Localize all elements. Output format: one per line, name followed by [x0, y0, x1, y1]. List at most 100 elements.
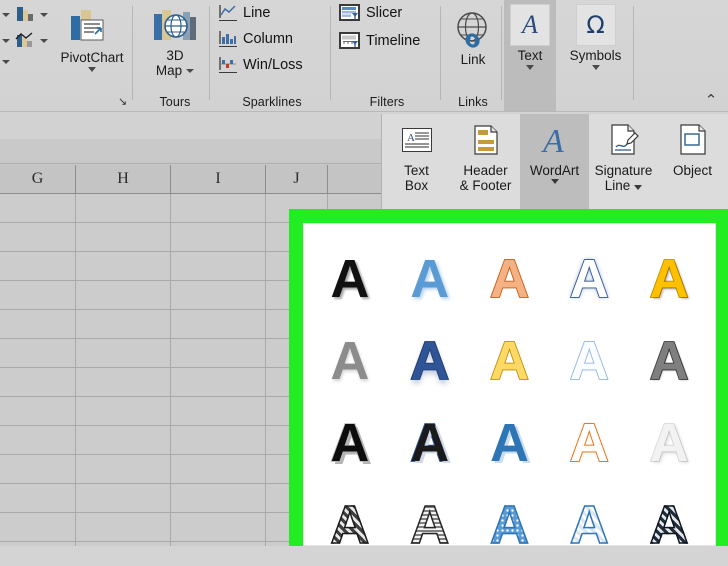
grid-cell[interactable]: [171, 426, 266, 454]
wordart-style-fill-white-outline-lightblue[interactable]: A: [549, 320, 629, 402]
grid-cell[interactable]: [171, 194, 266, 222]
wordart-style-gallery[interactable]: AAAAAAAAAAAAAAAAAAAA: [303, 223, 716, 553]
wordart-style-fill-black-shadow-gray[interactable]: A: [310, 402, 390, 484]
combo-chart-icon[interactable]: [13, 30, 37, 52]
column-chart-icon[interactable]: [13, 4, 37, 26]
grid-cell[interactable]: [0, 426, 76, 454]
wordart-style-fill-blue-outline-white[interactable]: A: [470, 402, 550, 484]
column-header-h[interactable]: H: [76, 165, 171, 193]
wordart-style-fill-gray-bevel-dark[interactable]: A: [629, 320, 709, 402]
grid-cell[interactable]: [0, 455, 76, 483]
link-button[interactable]: Link: [444, 0, 502, 67]
chevron-down-icon[interactable]: [526, 65, 534, 70]
grid-cell[interactable]: [0, 339, 76, 367]
chevron-down-icon[interactable]: [40, 13, 48, 17]
wordart-style-fill-white-shadow-light[interactable]: A: [629, 402, 709, 484]
charts-dialog-launcher[interactable]: ↘: [118, 97, 129, 108]
chevron-down-icon[interactable]: [591, 65, 600, 70]
text-panel-item-wordart[interactable]: A WordArt: [520, 114, 589, 213]
grid-cell[interactable]: [171, 223, 266, 251]
text-panel-item-header-footer[interactable]: Header & Footer: [451, 114, 520, 213]
grid-cell[interactable]: [76, 397, 171, 425]
grid-cell[interactable]: [76, 426, 171, 454]
grid-cell[interactable]: [76, 368, 171, 396]
collapse-ribbon-button[interactable]: ⌃: [702, 93, 720, 108]
wordart-style-fill-gray-gradient[interactable]: A: [310, 320, 390, 402]
wordart-style-pattern-dots-blue[interactable]: A: [470, 484, 550, 566]
grid-cell[interactable]: [76, 542, 171, 546]
3d-map-button[interactable]: 3D Map: [140, 0, 210, 78]
wordart-style-fill-black-outline-blue[interactable]: A: [390, 402, 470, 484]
wordart-style-fill-orange-accent2-outline[interactable]: A: [470, 238, 550, 320]
grid-cell[interactable]: [0, 368, 76, 396]
chart-type-3-row[interactable]: [2, 60, 10, 64]
wordart-style-fill-gold-accent4-bevel[interactable]: A: [629, 238, 709, 320]
column-header-g[interactable]: G: [0, 165, 76, 193]
timeline-button[interactable]: Timeline: [339, 32, 420, 49]
grid-cell[interactable]: [76, 310, 171, 338]
grid-cell[interactable]: [171, 310, 266, 338]
text-panel-label: Text: [404, 163, 429, 178]
chevron-down-icon[interactable]: [2, 13, 10, 17]
wordart-style-pattern-diagonal-navy[interactable]: A: [629, 484, 709, 566]
pivotchart-button[interactable]: PivotChart: [52, 4, 132, 96]
wordart-style-pattern-diagonal-dark[interactable]: A: [310, 484, 390, 566]
symbols-button[interactable]: Ω Symbols: [557, 0, 634, 70]
grid-cell[interactable]: [0, 513, 76, 541]
chevron-down-icon[interactable]: [40, 39, 48, 43]
group-divider: [209, 6, 210, 100]
grid-cell[interactable]: [76, 281, 171, 309]
chart-type-1-row[interactable]: [2, 4, 48, 26]
grid-cell[interactable]: [0, 484, 76, 512]
chevron-down-icon[interactable]: [186, 68, 195, 73]
text-panel-item-object[interactable]: Object: [658, 114, 727, 213]
wordart-style-fill-gold-outline-gradient[interactable]: A: [470, 320, 550, 402]
grid-cell[interactable]: [0, 252, 76, 280]
grid-cell[interactable]: [171, 368, 266, 396]
grid-cell[interactable]: [0, 397, 76, 425]
chevron-down-icon[interactable]: [2, 39, 10, 43]
grid-cell[interactable]: [0, 223, 76, 251]
grid-cell[interactable]: [171, 281, 266, 309]
grid-cell[interactable]: [171, 339, 266, 367]
grid-cell[interactable]: [0, 281, 76, 309]
grid-cell[interactable]: [0, 542, 76, 546]
chevron-down-icon[interactable]: [550, 179, 559, 184]
wordart-style-fill-blue-gradient-reflect[interactable]: A: [390, 320, 470, 402]
grid-cell[interactable]: [76, 223, 171, 251]
wordart-style-fill-blue-accent1-shadow[interactable]: A: [390, 238, 470, 320]
chart-type-2-row[interactable]: [2, 30, 48, 52]
grid-cell[interactable]: [171, 484, 266, 512]
column-header-i[interactable]: I: [171, 165, 266, 193]
column-header-j[interactable]: J: [266, 165, 328, 193]
grid-cell[interactable]: [76, 455, 171, 483]
grid-cell[interactable]: [76, 513, 171, 541]
grid-cell[interactable]: [0, 310, 76, 338]
grid-cell[interactable]: [76, 252, 171, 280]
sparkline-column-button[interactable]: Column: [219, 30, 293, 47]
wordart-style-fill-white-outline-orange[interactable]: A: [549, 402, 629, 484]
wordart-style-fill-white-outline-blue[interactable]: A: [549, 238, 629, 320]
grid-cell[interactable]: [171, 397, 266, 425]
wordart-style-pattern-diagonal-lightblue[interactable]: A: [549, 484, 629, 566]
grid-cell[interactable]: [171, 542, 266, 546]
grid-cell[interactable]: [76, 194, 171, 222]
wordart-style-fill-black-text1-shadow[interactable]: A: [310, 238, 390, 320]
ribbon-group-filters: Slicer Timeline Filters: [333, 0, 441, 112]
slicer-button[interactable]: Slicer: [339, 4, 402, 21]
sparkline-winloss-button[interactable]: Win/Loss: [219, 56, 303, 73]
text-panel-item-signature-line[interactable]: Signature Line: [589, 114, 658, 213]
chevron-down-icon[interactable]: [88, 67, 96, 72]
text-panel-item-text-box[interactable]: A Text Box: [382, 114, 451, 213]
text-button[interactable]: A Text: [504, 0, 556, 70]
chevron-down-icon[interactable]: [2, 60, 10, 64]
grid-cell[interactable]: [171, 252, 266, 280]
grid-cell[interactable]: [76, 339, 171, 367]
grid-cell[interactable]: [76, 484, 171, 512]
wordart-style-pattern-horizontal-gray[interactable]: A: [390, 484, 470, 566]
grid-cell[interactable]: [171, 513, 266, 541]
grid-cell[interactable]: [171, 455, 266, 483]
sparkline-line-button[interactable]: Line: [219, 4, 270, 21]
chevron-down-icon[interactable]: [634, 185, 643, 190]
grid-cell[interactable]: [0, 194, 76, 222]
